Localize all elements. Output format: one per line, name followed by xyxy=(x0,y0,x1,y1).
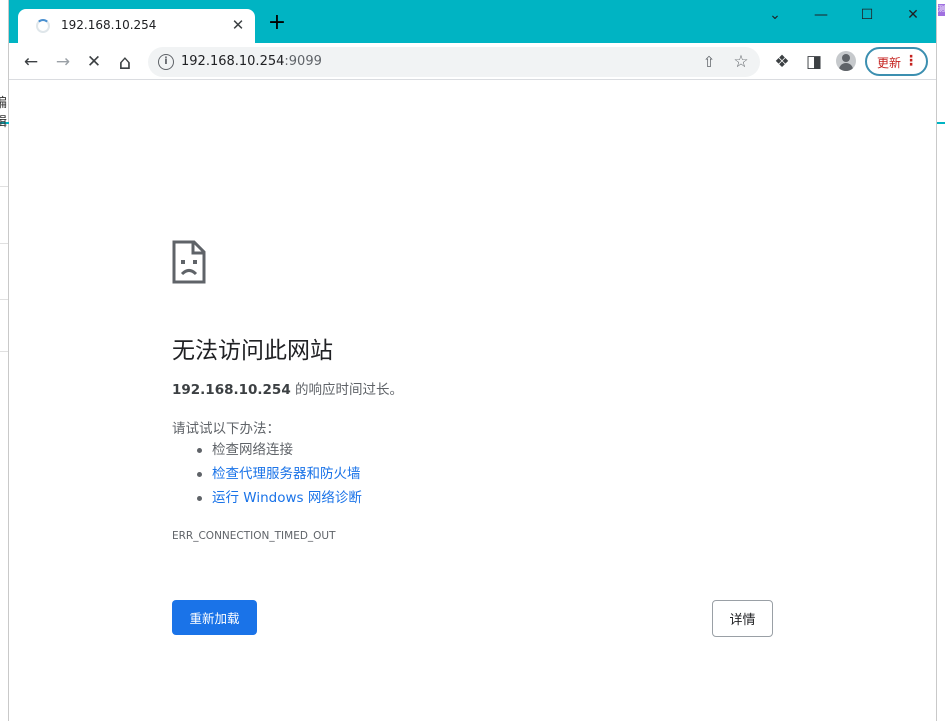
details-button[interactable]: 详情 xyxy=(712,600,773,637)
update-label: 更新 xyxy=(877,56,902,70)
update-button[interactable]: 更新 ⋮ xyxy=(865,47,928,76)
stop-button[interactable]: ✕ xyxy=(79,47,109,77)
share-icon[interactable]: ⇧ xyxy=(698,51,720,73)
error-summary: 192.168.10.254 的响应时间过长。 xyxy=(172,378,403,398)
divider xyxy=(0,299,8,300)
browser-tab[interactable]: 192.168.10.254 ✕ xyxy=(18,9,255,43)
toolbar: ← → ✕ ⌂ i 192.168.10.254:9099 ⇧ ☆ ❖ ◨ 更新… xyxy=(9,43,936,80)
avatar-head xyxy=(842,54,850,62)
close-window-button[interactable]: ✕ xyxy=(890,0,936,30)
error-code: ERR_CONNECTION_TIMED_OUT xyxy=(172,530,336,542)
suggestion-check-network: 检查网络连接 xyxy=(194,441,362,465)
forward-button[interactable]: → xyxy=(48,47,78,77)
profile-avatar-icon[interactable] xyxy=(836,51,856,71)
reload-button[interactable]: 重新加载 xyxy=(172,600,257,635)
error-summary-text: 的响应时间过长。 xyxy=(290,382,404,398)
browser-window: 192.168.10.254 ✕ + ⌄ — ☐ ✕ ← → ✕ ⌂ i 192… xyxy=(9,0,936,721)
minimize-button[interactable]: — xyxy=(798,0,844,30)
error-heading: 无法访问此网站 xyxy=(172,338,333,364)
background-app-left: 编辑 xyxy=(0,0,9,721)
divider xyxy=(0,243,8,244)
address-bar[interactable]: i 192.168.10.254:9099 ⇧ ☆ xyxy=(148,47,760,77)
loading-spinner-icon xyxy=(36,19,50,33)
url-text[interactable]: 192.168.10.254:9099 xyxy=(181,54,322,69)
title-bar: 192.168.10.254 ✕ + ⌄ — ☐ ✕ xyxy=(9,0,936,43)
background-app-text: 编辑 xyxy=(0,96,8,130)
maximize-button[interactable]: ☐ xyxy=(844,0,890,30)
close-tab-icon[interactable]: ✕ xyxy=(229,16,247,34)
menu-icon[interactable]: ⋮ xyxy=(904,52,918,70)
url-port: :9099 xyxy=(284,54,322,69)
background-app-right: 测 xyxy=(936,0,945,721)
tab-search-button[interactable]: ⌄ xyxy=(752,0,798,30)
tab-title: 192.168.10.254 xyxy=(61,18,157,32)
new-tab-button[interactable]: + xyxy=(265,12,289,36)
suggestions-list: 检查网络连接 检查代理服务器和防火墙 运行 Windows 网络诊断 xyxy=(194,441,362,513)
site-info-icon[interactable]: i xyxy=(158,54,174,70)
avatar-body xyxy=(839,63,853,71)
divider xyxy=(0,351,8,352)
extensions-icon[interactable]: ❖ xyxy=(767,47,797,77)
error-page: 无法访问此网站 192.168.10.254 的响应时间过长。 请试试以下办法：… xyxy=(9,81,936,721)
divider xyxy=(937,122,945,124)
url-host: 192.168.10.254 xyxy=(181,54,285,69)
bookmark-star-icon[interactable]: ☆ xyxy=(730,51,752,73)
home-button[interactable]: ⌂ xyxy=(110,47,140,77)
error-host: 192.168.10.254 xyxy=(172,382,291,398)
back-button[interactable]: ← xyxy=(16,47,46,77)
side-panel-icon[interactable]: ◨ xyxy=(799,47,829,77)
suggestion-run-diagnostics-link[interactable]: 运行 Windows 网络诊断 xyxy=(194,489,362,513)
badge: 测 xyxy=(938,4,945,16)
suggestion-check-proxy-link[interactable]: 检查代理服务器和防火墙 xyxy=(194,465,362,489)
divider xyxy=(0,186,8,187)
sad-page-icon xyxy=(172,240,206,284)
suggestions-heading: 请试试以下办法： xyxy=(172,421,280,437)
